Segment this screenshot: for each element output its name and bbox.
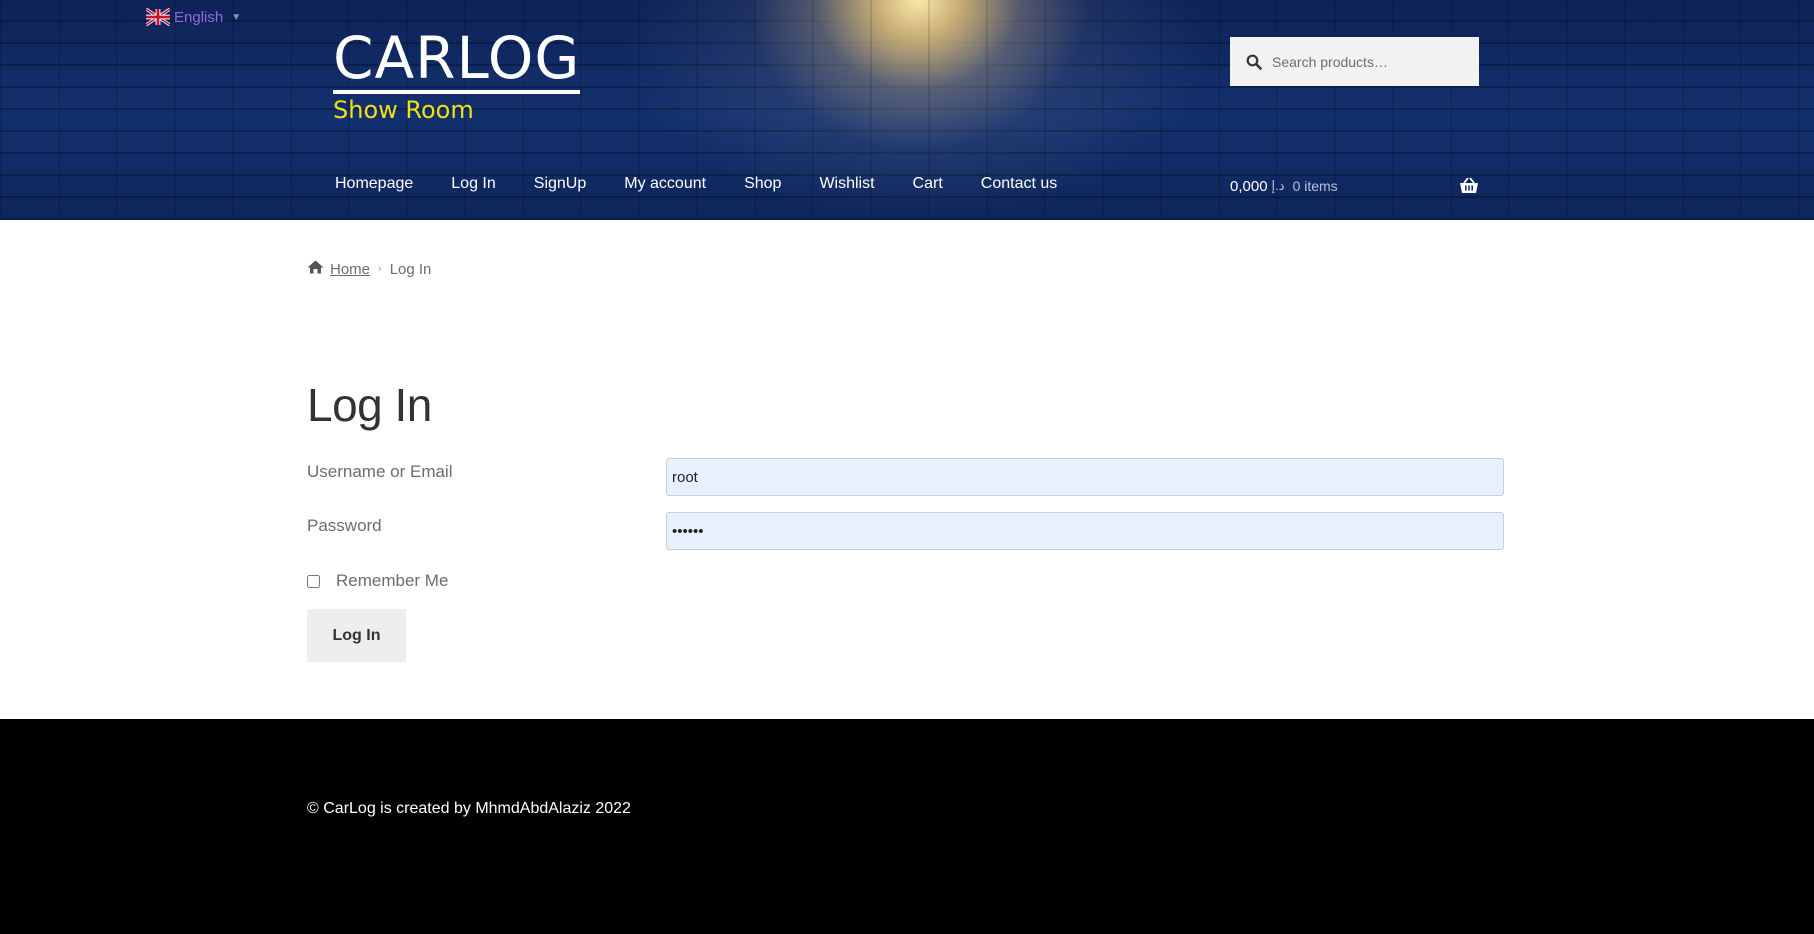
page-title: Log In <box>307 379 432 431</box>
product-search[interactable] <box>1230 37 1479 86</box>
cart-amount: 0,000 <box>1230 177 1268 195</box>
nav-item-homepage[interactable]: Homepage <box>335 175 413 193</box>
site-tagline: Show Room <box>333 96 474 124</box>
cart-currency: د.إ <box>1271 178 1285 193</box>
site-header: English ▼ CARLOG Show Room Homepage Log … <box>0 0 1814 220</box>
language-selector[interactable]: English ▼ <box>145 7 242 27</box>
remember-me-row: Remember Me <box>307 571 448 591</box>
remember-me-label[interactable]: Remember Me <box>336 571 448 591</box>
nav-item-wishlist[interactable]: Wishlist <box>819 175 874 193</box>
footer-copyright: © CarLog is created by MhmdAbdAlaziz 202… <box>307 800 631 817</box>
username-field[interactable] <box>666 458 1504 496</box>
username-label: Username or Email <box>307 462 453 481</box>
remember-me-checkbox[interactable] <box>307 574 320 588</box>
home-icon <box>307 260 324 278</box>
site-title[interactable]: CARLOG <box>333 26 581 94</box>
primary-navigation: Homepage Log In SignUp My account Shop W… <box>335 175 1095 193</box>
header-cart[interactable]: 0,000 د.إ 0 items <box>1230 177 1479 195</box>
log-in-button[interactable]: Log In <box>307 609 406 662</box>
breadcrumb-current: Log In <box>389 260 432 278</box>
cart-item-count: 0 items <box>1292 178 1338 194</box>
uk-flag-icon <box>145 7 171 27</box>
language-label[interactable]: English <box>174 9 223 26</box>
breadcrumb-home-link[interactable]: Home <box>330 261 370 278</box>
nav-item-cart[interactable]: Cart <box>913 175 943 193</box>
search-input[interactable] <box>1272 53 1472 70</box>
basket-icon[interactable] <box>1459 177 1479 195</box>
nav-item-contact-us[interactable]: Contact us <box>981 175 1057 193</box>
breadcrumb: Home › Log In <box>307 260 431 278</box>
site-branding[interactable]: CARLOG Show Room <box>333 26 581 124</box>
caret-down-icon: ▼ <box>231 11 242 23</box>
nav-item-signup[interactable]: SignUp <box>534 175 586 193</box>
chevron-right-icon: › <box>378 263 382 275</box>
nav-item-shop[interactable]: Shop <box>744 175 781 193</box>
password-label: Password <box>307 516 382 535</box>
nav-item-log-in[interactable]: Log In <box>451 175 495 193</box>
site-footer: © CarLog is created by MhmdAbdAlaziz 202… <box>0 719 1814 934</box>
search-icon <box>1246 54 1262 70</box>
nav-item-my-account[interactable]: My account <box>624 175 706 193</box>
password-field[interactable] <box>666 512 1504 550</box>
